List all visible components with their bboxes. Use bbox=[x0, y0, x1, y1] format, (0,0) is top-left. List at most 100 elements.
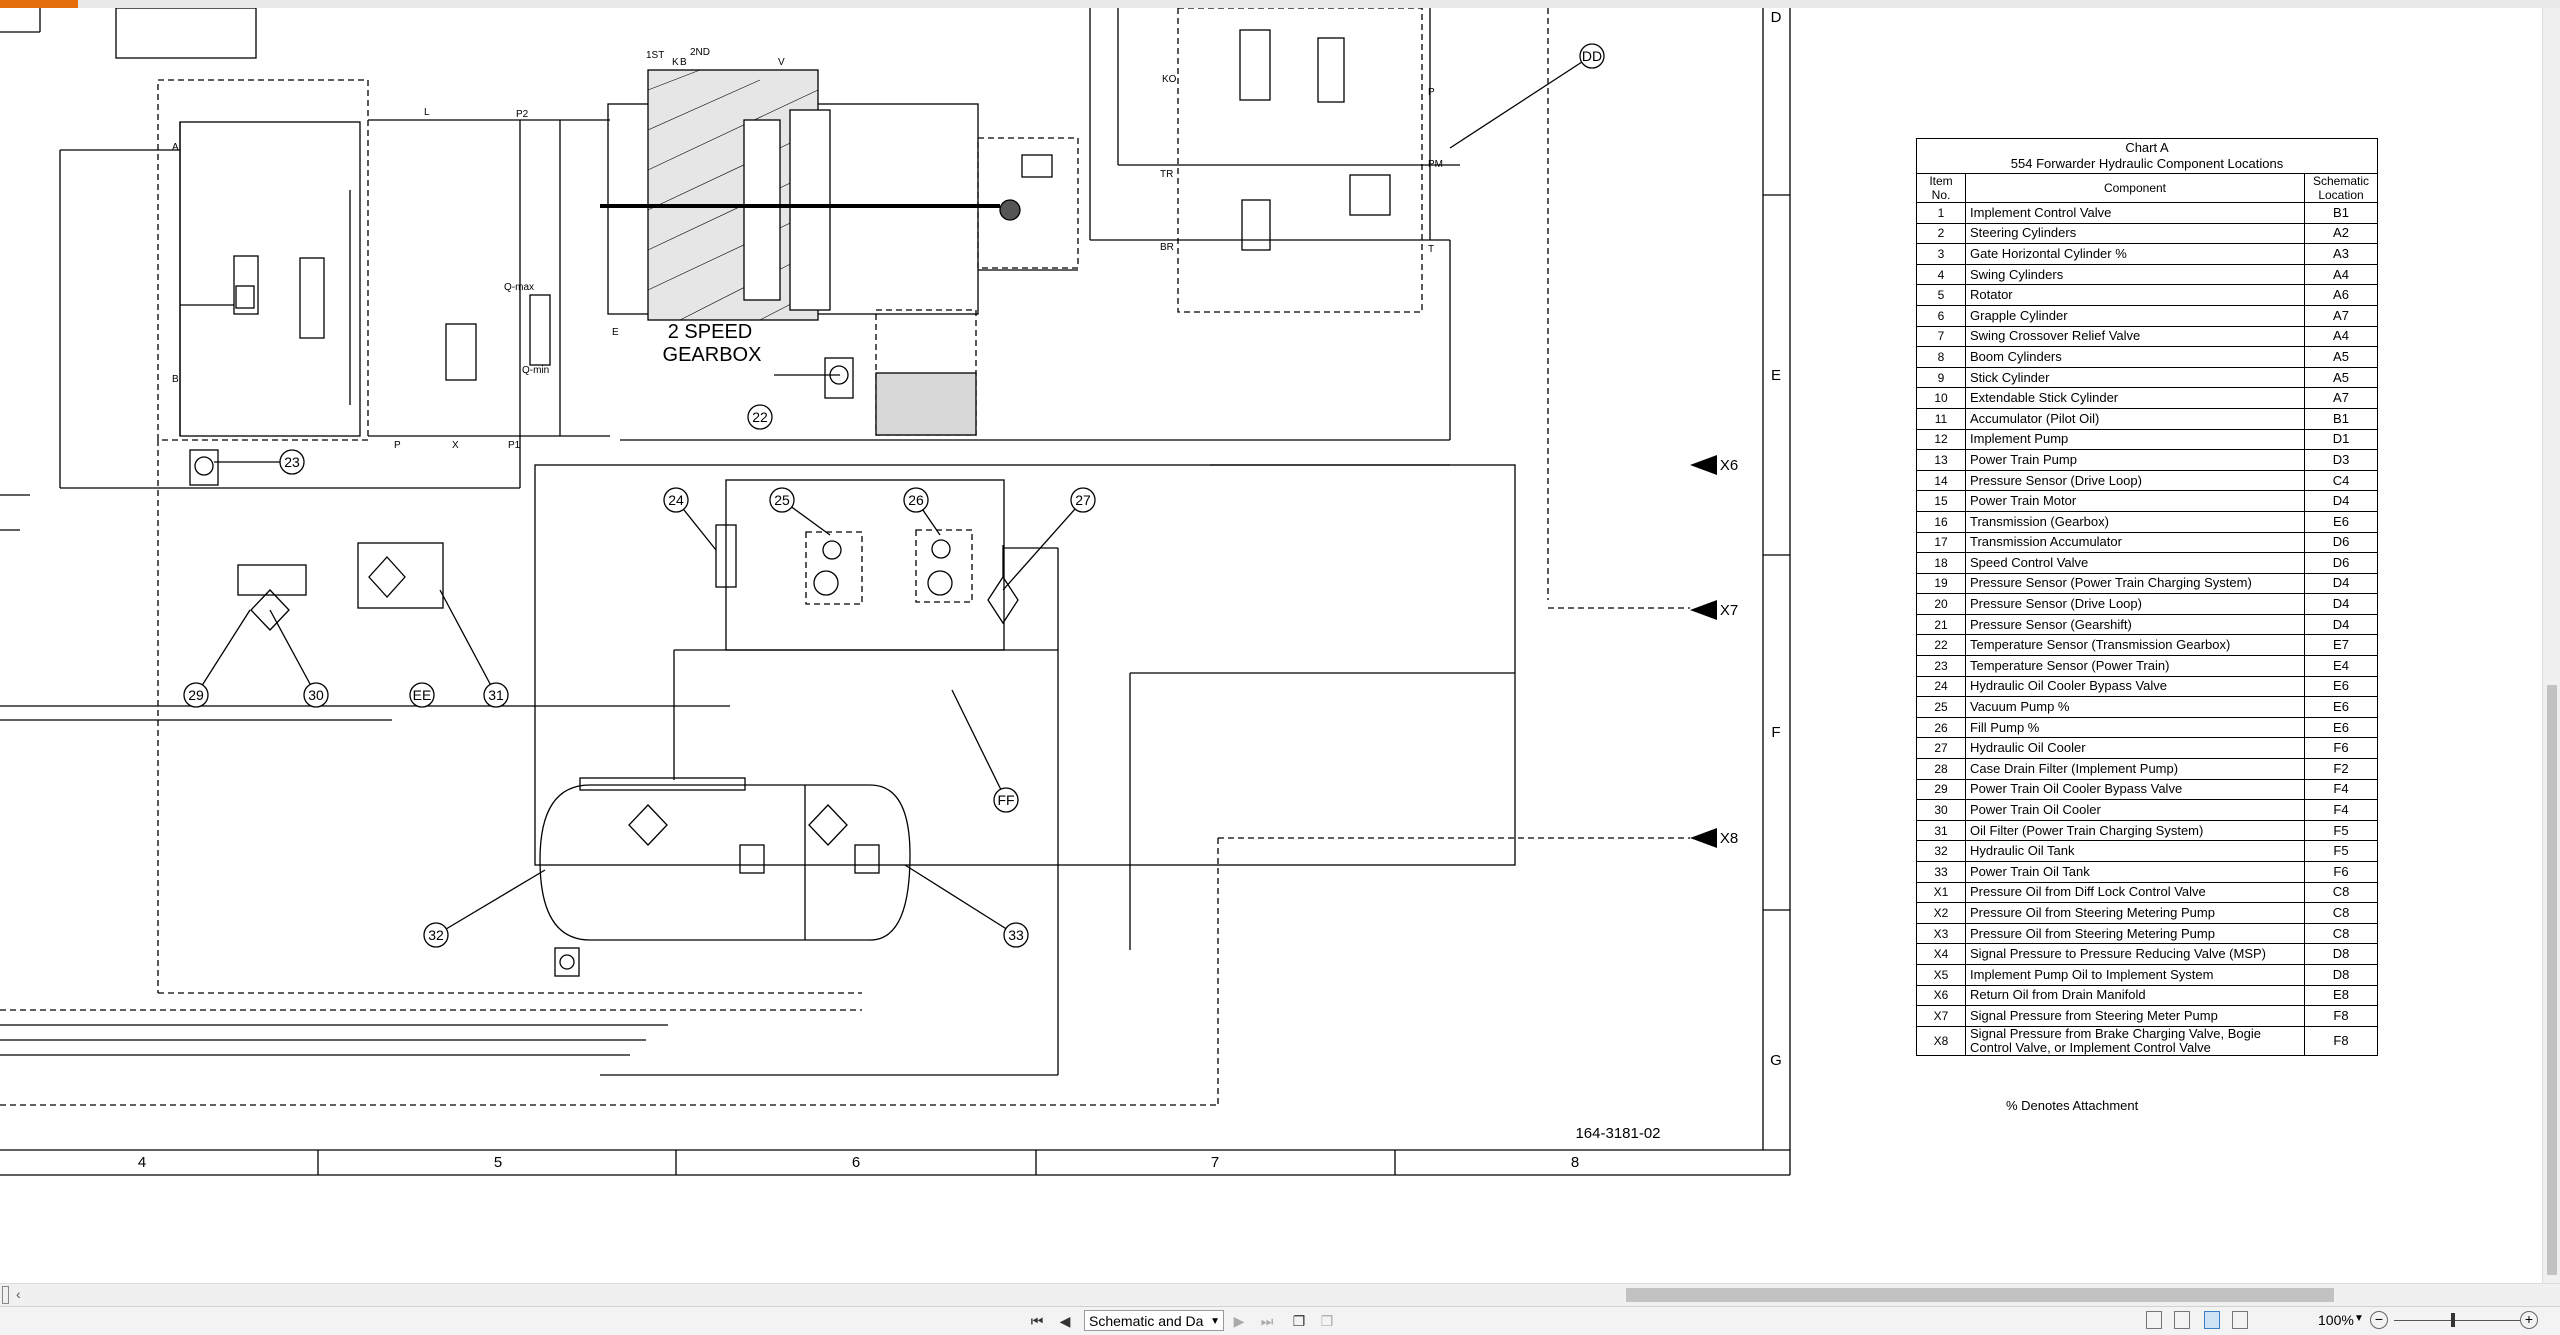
port-tag: KO bbox=[1162, 74, 1177, 85]
callout-label: FF bbox=[997, 792, 1014, 808]
header-location: Schematic Location bbox=[2304, 173, 2378, 203]
item-no-cell: 26 bbox=[1916, 716, 1966, 739]
item-no-cell: 28 bbox=[1916, 758, 1966, 780]
item-no-cell: 19 bbox=[1916, 572, 1966, 595]
zoom-level[interactable]: 100% bbox=[2318, 1312, 2354, 1328]
item-no-cell: 3 bbox=[1916, 243, 1966, 265]
callout-label: 29 bbox=[188, 687, 204, 703]
component-cell: Power Train Oil Cooler bbox=[1965, 799, 2305, 821]
table-row: 29 Power Train Oil Cooler Bypass Valve F4 bbox=[1916, 778, 2378, 801]
item-no-cell: 30 bbox=[1916, 799, 1966, 821]
table-row: X5 Implement Pump Oil to Implement System… bbox=[1916, 963, 2378, 986]
normal-view-icon[interactable] bbox=[2146, 1311, 2162, 1329]
home-tab[interactable] bbox=[0, 0, 78, 8]
table-row: 19 Pressure Sensor (Power Train Charging … bbox=[1916, 572, 2378, 595]
component-cell: Pressure Oil from Diff Lock Control Valv… bbox=[1965, 881, 2305, 904]
location-cell: C8 bbox=[2304, 881, 2378, 904]
gearbox-label: 2 SPEED bbox=[668, 321, 752, 343]
component-cell: Pressure Sensor (Drive Loop) bbox=[1965, 469, 2305, 492]
table-row: 20 Pressure Sensor (Drive Loop) D4 bbox=[1916, 593, 2378, 615]
table-row: X3 Pressure Oil from Steering Metering Pu… bbox=[1916, 922, 2378, 945]
callout-label: 24 bbox=[668, 492, 684, 508]
location-cell: A7 bbox=[2304, 387, 2378, 409]
zoom-slider-thumb[interactable] bbox=[2451, 1313, 2455, 1327]
column-label: 5 bbox=[494, 1154, 502, 1171]
vertical-scroll-thumb[interactable] bbox=[2547, 685, 2557, 1275]
location-cell: C8 bbox=[2304, 922, 2378, 945]
port-label: X7 bbox=[1720, 602, 1738, 619]
column-label: 6 bbox=[852, 1154, 860, 1171]
table-row: 15 Power Train Motor D4 bbox=[1916, 490, 2378, 512]
component-cell: Gate Horizontal Cylinder % bbox=[1965, 243, 2305, 265]
first-sheet-icon[interactable]: ⏮ bbox=[1026, 1310, 1048, 1332]
item-no-cell: X6 bbox=[1916, 984, 1966, 1007]
custom-view-icon[interactable] bbox=[2232, 1311, 2248, 1329]
row-label: F bbox=[1771, 724, 1780, 741]
location-cell: E7 bbox=[2304, 634, 2378, 657]
table-row: 24 Hydraulic Oil Cooler Bypass Valve E6 bbox=[1916, 675, 2378, 698]
sheet-name: Schematic and Da bbox=[1089, 1313, 1204, 1329]
item-no-cell: 13 bbox=[1916, 449, 1966, 471]
zoom-in-button[interactable]: + bbox=[2520, 1311, 2538, 1329]
callout-label: 22 bbox=[752, 409, 768, 425]
table-row: X8 Signal Pressure from Brake Charging Va… bbox=[1916, 1025, 2378, 1056]
copy-sheet-icon[interactable]: ❐ bbox=[1316, 1310, 1338, 1332]
item-no-cell: 33 bbox=[1916, 861, 1966, 883]
item-no-cell: X3 bbox=[1916, 922, 1966, 945]
zoom-slider-track[interactable] bbox=[2394, 1320, 2520, 1321]
table-row: X6 Return Oil from Drain Manifold E8 bbox=[1916, 984, 2378, 1007]
location-cell: E6 bbox=[2304, 696, 2378, 718]
component-cell: Transmission Accumulator bbox=[1965, 531, 2305, 554]
table-row: 3 Gate Horizontal Cylinder % A3 bbox=[1916, 243, 2378, 265]
item-no-cell: 1 bbox=[1916, 202, 1966, 224]
table-row: X2 Pressure Oil from Steering Metering Pu… bbox=[1916, 902, 2378, 924]
chart-footnote: % Denotes Attachment bbox=[2006, 1098, 2139, 1113]
horizontal-scrollbar[interactable]: ‹ bbox=[0, 1283, 2560, 1306]
item-no-cell: 6 bbox=[1916, 304, 1966, 327]
item-no-cell: 16 bbox=[1916, 510, 1966, 533]
table-row: 9 Stick Cylinder A5 bbox=[1916, 366, 2378, 389]
component-cell: Implement Pump Oil to Implement System bbox=[1965, 963, 2305, 986]
horizontal-scroll-thumb[interactable] bbox=[1626, 1288, 2334, 1302]
prev-sheet-icon[interactable]: ◀ bbox=[1054, 1310, 1076, 1332]
location-cell: D4 bbox=[2304, 490, 2378, 512]
location-cell: D4 bbox=[2304, 572, 2378, 595]
zoom-dropdown-icon[interactable]: ▼ bbox=[2354, 1313, 2364, 1324]
component-cell: Pressure Sensor (Drive Loop) bbox=[1965, 593, 2305, 615]
table-row: 17 Transmission Accumulator D6 bbox=[1916, 531, 2378, 554]
item-no-cell: 4 bbox=[1916, 263, 1966, 286]
location-cell: A6 bbox=[2304, 284, 2378, 306]
table-row: 18 Speed Control Valve D6 bbox=[1916, 552, 2378, 574]
port-tag: P bbox=[1428, 87, 1435, 98]
zoom-out-button[interactable]: − bbox=[2370, 1311, 2388, 1329]
location-cell: C4 bbox=[2304, 469, 2378, 492]
vertical-scrollbar[interactable] bbox=[2542, 8, 2560, 1283]
sheet-selector[interactable]: Schematic and Da ▼ bbox=[1084, 1310, 1224, 1331]
table-row: 2 Steering Cylinders A2 bbox=[1916, 222, 2378, 245]
component-cell: Transmission (Gearbox) bbox=[1965, 510, 2305, 533]
scroll-left-arrow[interactable]: ‹ bbox=[16, 1286, 21, 1302]
location-cell: C8 bbox=[2304, 902, 2378, 924]
insert-sheet-icon[interactable]: ❐ bbox=[1288, 1310, 1310, 1332]
item-no-cell: 11 bbox=[1916, 407, 1966, 430]
component-cell: Swing Cylinders bbox=[1965, 263, 2305, 286]
table-row: 26 Fill Pump % E6 bbox=[1916, 716, 2378, 739]
location-cell: F6 bbox=[2304, 737, 2378, 760]
callout-label: 26 bbox=[908, 492, 924, 508]
component-table: Item No. Component Schematic Location 1I… bbox=[1916, 173, 2378, 1056]
table-row: 10 Extendable Stick Cylinder A7 bbox=[1916, 387, 2378, 409]
item-no-cell: 17 bbox=[1916, 531, 1966, 554]
port-tag: P1 bbox=[508, 440, 521, 451]
last-sheet-icon[interactable]: ⏭ bbox=[1256, 1310, 1278, 1332]
port-tag: Q-max bbox=[504, 282, 534, 293]
next-sheet-icon[interactable]: ▶ bbox=[1228, 1310, 1250, 1332]
status-bar: ⏮ ◀ Schematic and Da ▼ ▶ ⏭ ❐ ❐ 100% ▼ − … bbox=[0, 1306, 2560, 1335]
split-handle[interactable] bbox=[2, 1286, 9, 1304]
component-chart: Chart A 554 Forwarder Hydraulic Componen… bbox=[1916, 138, 2378, 1056]
page-layout-view-icon[interactable] bbox=[2174, 1311, 2190, 1329]
component-cell: Return Oil from Drain Manifold bbox=[1965, 984, 2305, 1007]
table-row: X1 Pressure Oil from Diff Lock Control Va… bbox=[1916, 881, 2378, 904]
location-cell: D8 bbox=[2304, 963, 2378, 986]
component-cell: Signal Pressure from Brake Charging Valv… bbox=[1965, 1025, 2305, 1056]
page-break-view-icon[interactable] bbox=[2204, 1311, 2220, 1329]
